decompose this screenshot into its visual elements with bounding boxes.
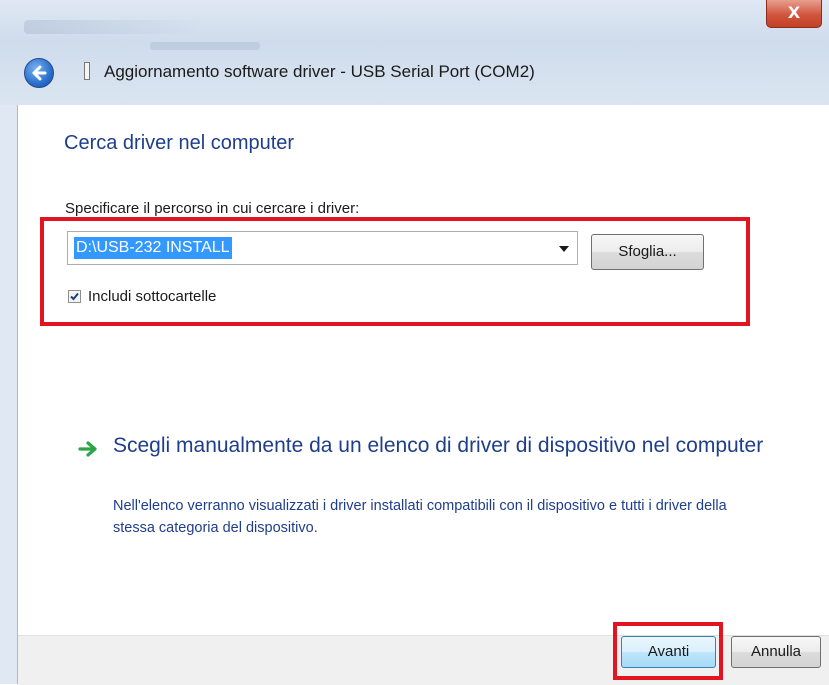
manual-select-description: Nell'elenco verranno visualizzati i driv… [113, 498, 727, 536]
background-blur [24, 20, 204, 34]
back-button[interactable] [24, 58, 54, 88]
driver-update-window: X Aggiornamento software driver - USB Se… [0, 0, 829, 685]
window-title: Aggiornamento software driver - USB Seri… [104, 62, 535, 81]
background-blur-2 [150, 42, 260, 50]
highlight-box-path [40, 217, 750, 326]
title-bar: X Aggiornamento software driver - USB Se… [0, 0, 829, 105]
usb-device-icon [84, 62, 90, 80]
path-label: Specificare il percorso in cui cercare i… [65, 200, 360, 217]
close-button[interactable]: X [766, 0, 822, 28]
back-arrow-icon [32, 65, 47, 81]
content-area [18, 105, 829, 635]
manual-select-link[interactable]: Scegli manualmente da un elenco di drive… [113, 430, 773, 462]
highlight-box-next [613, 622, 723, 680]
green-arrow-icon [78, 441, 97, 457]
window-frame-left [0, 105, 18, 684]
page-heading: Cerca driver nel computer [64, 132, 295, 154]
cancel-button[interactable]: Annulla [731, 636, 821, 668]
